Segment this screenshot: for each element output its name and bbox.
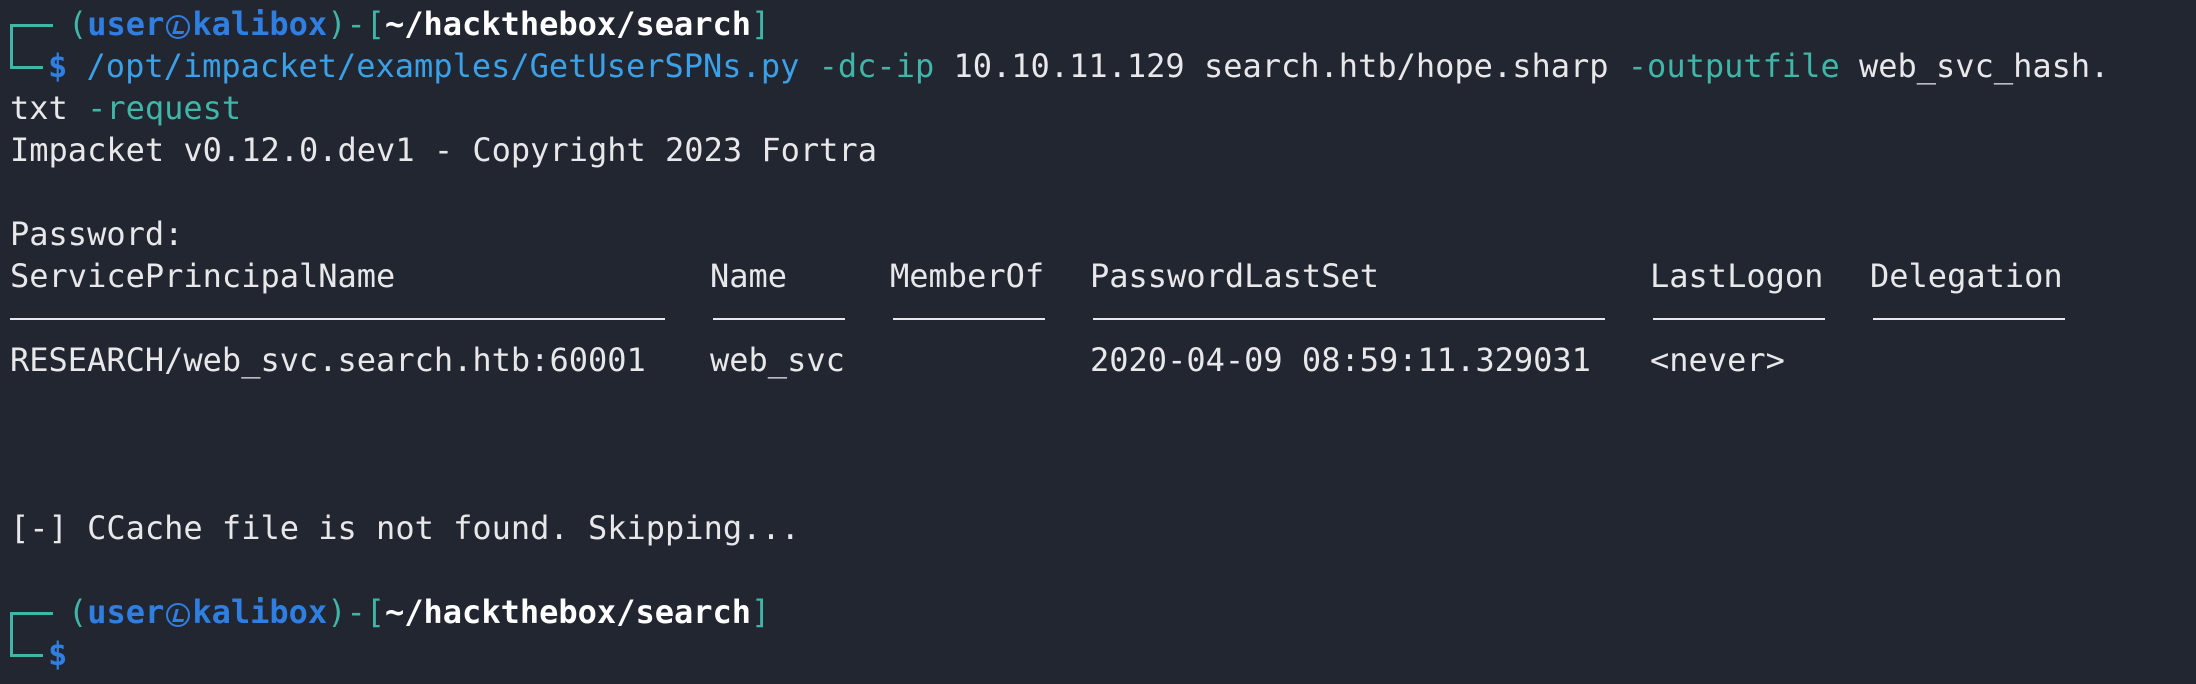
option-request: -request	[87, 89, 242, 127]
prompt-close: )-[	[327, 5, 385, 43]
table-header-name: Name	[710, 257, 788, 295]
option-dc-ip: -dc-ip	[818, 47, 935, 85]
table-underline-memberof	[893, 318, 1045, 320]
prompt-path: ~/hackthebox/search	[384, 5, 752, 43]
arg-target: search.htb/hope.sharp	[1203, 47, 1609, 85]
terminal-window[interactable]: (user kalibox)-[~/hackthebox/search] $ /o…	[0, 0, 2196, 684]
prompt-end: ]	[751, 5, 771, 43]
table-underline-lastlogon	[1653, 318, 1825, 320]
table-underline-spn	[10, 318, 665, 320]
prompt-open: (	[68, 5, 88, 43]
prompt-header-1: (user kalibox)-[~/hackthebox/search]	[68, 3, 770, 45]
table-header-memberof: MemberOf	[890, 257, 1045, 295]
table-row-lastlogon: <never>	[1650, 341, 1785, 379]
table-header-lastlogon: LastLogon	[1650, 257, 1824, 295]
kali-dragon-icon	[166, 603, 191, 627]
ccache-message: [-] CCache file is not found. Skipping..…	[10, 509, 800, 547]
table-row-name: web_svc	[710, 341, 845, 379]
table-header-spn: ServicePrincipalName	[10, 257, 396, 295]
prompt2-input-line[interactable]: $	[48, 633, 67, 675]
prompt-host: kalibox	[192, 5, 328, 43]
table-underline-passwordlastset	[1093, 318, 1605, 320]
table-header-passwordlastset: PasswordLastSet	[1090, 257, 1379, 295]
table-row-passwordlastset: 2020-04-09 08:59:11.329031	[1090, 341, 1591, 379]
arg-file-part1: web_svc_hash.	[1858, 47, 2110, 85]
prompt2-close: )-[	[327, 593, 385, 631]
command-line[interactable]: $ /opt/impacket/examples/GetUserSPNs.py …	[48, 45, 2109, 87]
prompt-user: user	[87, 5, 165, 43]
prompt-box-bottom	[10, 44, 43, 69]
table-row-spn: RESEARCH/web_svc.search.htb:60001	[10, 341, 646, 379]
table-underline-delegation	[1873, 318, 2065, 320]
command-path: /opt/impacket/examples/GetUserSPNs.py	[86, 47, 800, 85]
command-line-wrap[interactable]: txt -request	[10, 87, 241, 129]
password-prompt: Password:	[10, 215, 184, 253]
prompt2-symbol: $	[48, 635, 68, 673]
arg-ip: 10.10.11.129	[953, 47, 1185, 85]
prompt2-box-bottom	[10, 632, 43, 657]
prompt2-path: ~/hackthebox/search	[384, 593, 752, 631]
table-underline-name	[713, 318, 845, 320]
arg-file-part2: txt	[10, 89, 68, 127]
table-header-delegation: Delegation	[1870, 257, 2063, 295]
prompt2-open: (	[68, 593, 88, 631]
banner-text: Impacket v0.12.0.dev1 - Copyright 2023 F…	[10, 131, 877, 169]
prompt2-end: ]	[751, 593, 771, 631]
prompt2-user: user	[87, 593, 165, 631]
kali-dragon-icon	[166, 15, 191, 39]
option-outputfile: -outputfile	[1627, 47, 1840, 85]
prompt-header-2: (user kalibox)-[~/hackthebox/search]	[68, 591, 770, 633]
prompt-symbol: $	[48, 47, 68, 85]
prompt2-host: kalibox	[192, 593, 328, 631]
